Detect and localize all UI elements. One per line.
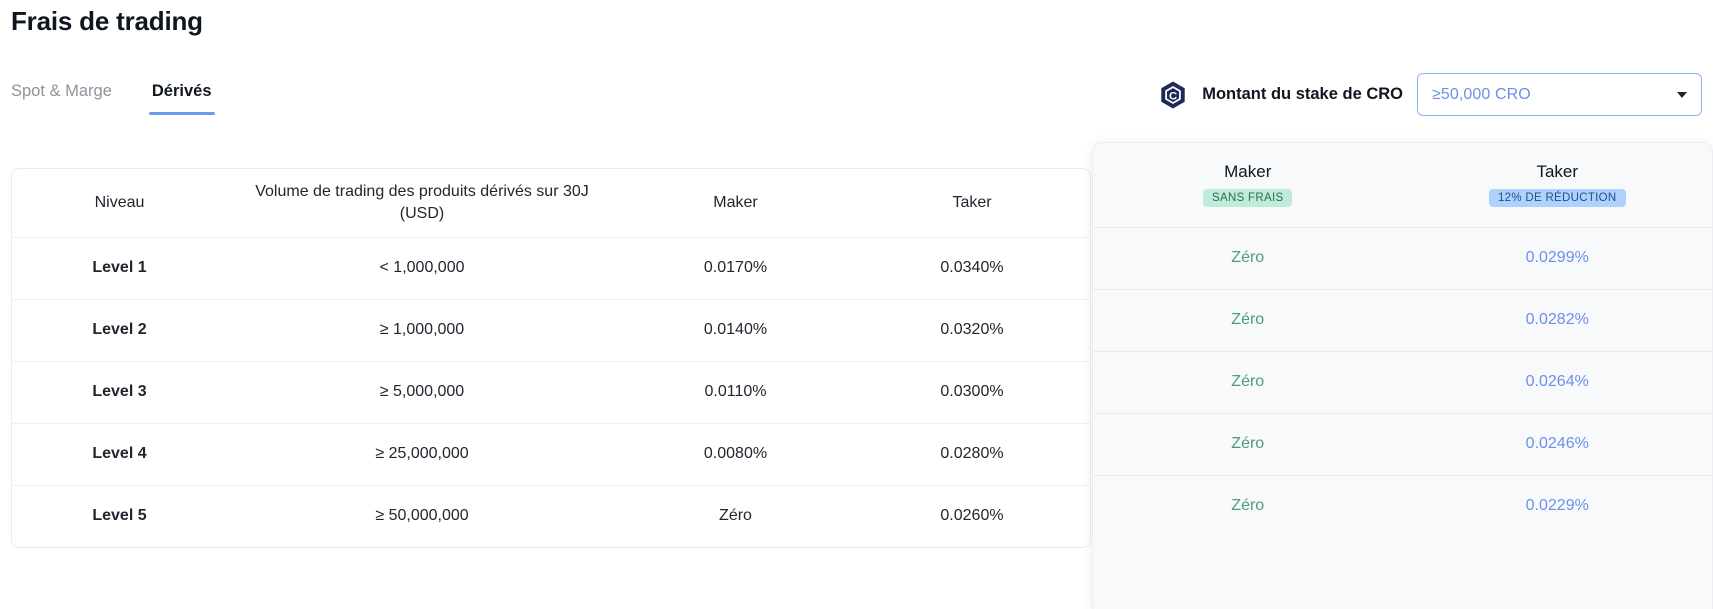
cell-taker: 0.0340% bbox=[854, 237, 1090, 300]
fee-type-tabs: Spot & Marge Dérivés bbox=[11, 82, 215, 115]
tab-spot-marge-label: Spot & Marge bbox=[11, 82, 112, 100]
tab-spot-marge[interactable]: Spot & Marge bbox=[11, 82, 112, 115]
cell-level: Level 1 bbox=[12, 237, 227, 300]
col-header-volume-line2: (USD) bbox=[399, 204, 445, 222]
tab-derives-label: Dérivés bbox=[151, 82, 212, 100]
promo-cell-taker: 0.0264% bbox=[1402, 351, 1712, 414]
col-header-taker: Taker bbox=[854, 169, 1090, 238]
promo-cell-maker: Zéro bbox=[1093, 413, 1403, 476]
promo-table-row: Zéro 0.0282% bbox=[1093, 289, 1712, 352]
table-row: Level 2 ≥ 1,000,000 0.0140% 0.0320% bbox=[12, 299, 1090, 362]
table-header-row: Niveau Volume de trading des produits dé… bbox=[12, 169, 1090, 238]
promo-cell-taker: 0.0229% bbox=[1525, 497, 1589, 515]
promo-table-row: Zéro 0.0246% bbox=[1093, 413, 1712, 476]
cell-maker: Zéro bbox=[719, 507, 752, 525]
cell-maker: 0.0140% bbox=[617, 299, 854, 362]
cell-volume: ≥ 1,000,000 bbox=[227, 299, 617, 362]
promo-cell-maker: Zéro bbox=[1231, 497, 1265, 515]
cell-level: Level 2 bbox=[12, 299, 227, 362]
promo-taker-title: Taker bbox=[1536, 162, 1579, 182]
table-row: Level 5 ≥ 50,000,000 Zéro 0.0260% bbox=[12, 485, 1090, 547]
cell-level: Level 3 bbox=[12, 361, 227, 424]
promo-col-header-taker: Taker 12% DE RÉDUCTION bbox=[1402, 143, 1712, 228]
cro-hexagon-icon: C bbox=[1158, 80, 1188, 110]
cell-level: Level 5 bbox=[92, 507, 147, 525]
promo-table-row: Zéro 0.0229% bbox=[1093, 475, 1712, 537]
promo-maker-title: Maker bbox=[1224, 162, 1272, 182]
cell-maker: 0.0110% bbox=[617, 361, 854, 424]
promo-fee-table: Maker SANS FRAIS Taker 12% DE RÉDUCTION … bbox=[1093, 143, 1712, 537]
cro-stake-amount-select[interactable]: ≥50,000 CRO bbox=[1417, 73, 1702, 116]
trading-fees-page: Frais de trading Spot & Marge Dérivés C … bbox=[0, 0, 1713, 609]
promo-cell-taker: 0.0282% bbox=[1402, 289, 1712, 352]
table-row: Level 3 ≥ 5,000,000 0.0110% 0.0300% bbox=[12, 361, 1090, 424]
promo-header-row: Maker SANS FRAIS Taker 12% DE RÉDUCTION bbox=[1093, 143, 1712, 228]
col-header-niveau: Niveau bbox=[12, 169, 227, 238]
promo-table-row: Zéro 0.0299% bbox=[1093, 227, 1712, 290]
promo-cell-taker: 0.0246% bbox=[1402, 413, 1712, 476]
cro-stake-selector-row: C Montant du stake de CRO ≥50,000 CRO bbox=[1158, 73, 1702, 116]
cell-volume: ≥ 25,000,000 bbox=[227, 423, 617, 486]
svg-text:C: C bbox=[1169, 90, 1177, 102]
promo-cell-maker: Zéro bbox=[1093, 289, 1403, 352]
status-badge-sans-frais: SANS FRAIS bbox=[1203, 189, 1293, 208]
col-header-volume-line1: Volume de trading des produits dérivés s… bbox=[255, 183, 589, 201]
promo-cell-taker: 0.0299% bbox=[1402, 227, 1712, 290]
cell-volume: ≥ 5,000,000 bbox=[227, 361, 617, 424]
promo-table-row: Zéro 0.0264% bbox=[1093, 351, 1712, 414]
cro-stake-selected-value: ≥50,000 CRO bbox=[1432, 85, 1531, 103]
table-row: Level 4 ≥ 25,000,000 0.0080% 0.0280% bbox=[12, 423, 1090, 486]
promo-cell-maker: Zéro bbox=[1093, 227, 1403, 290]
fee-table-container: Niveau Volume de trading des produits dé… bbox=[11, 168, 1091, 548]
promo-cell-maker: Zéro bbox=[1093, 351, 1403, 414]
cro-stake-label: Montant du stake de CRO bbox=[1202, 85, 1403, 103]
cell-volume: < 1,000,000 bbox=[227, 237, 617, 300]
cro-stake-discount-panel: Maker SANS FRAIS Taker 12% DE RÉDUCTION … bbox=[1092, 142, 1713, 609]
cell-level: Level 4 bbox=[12, 423, 227, 486]
derivatives-fee-table: Niveau Volume de trading des produits dé… bbox=[12, 169, 1090, 547]
cell-taker: 0.0260% bbox=[940, 507, 1004, 525]
tab-derives[interactable]: Dérivés bbox=[148, 82, 215, 115]
status-badge-reduction: 12% DE RÉDUCTION bbox=[1488, 189, 1626, 208]
cell-taker: 0.0300% bbox=[854, 361, 1090, 424]
col-header-maker: Maker bbox=[617, 169, 854, 238]
cell-taker: 0.0320% bbox=[854, 299, 1090, 362]
cell-taker: 0.0280% bbox=[854, 423, 1090, 486]
table-row: Level 1 < 1,000,000 0.0170% 0.0340% bbox=[12, 237, 1090, 300]
cell-maker: 0.0080% bbox=[617, 423, 854, 486]
cell-maker: 0.0170% bbox=[617, 237, 854, 300]
cell-volume: ≥ 50,000,000 bbox=[375, 507, 469, 525]
page-title: Frais de trading bbox=[11, 6, 203, 36]
col-header-volume: Volume de trading des produits dérivés s… bbox=[227, 169, 617, 238]
chevron-down-icon bbox=[1677, 91, 1687, 98]
promo-col-header-maker: Maker SANS FRAIS bbox=[1093, 143, 1403, 228]
